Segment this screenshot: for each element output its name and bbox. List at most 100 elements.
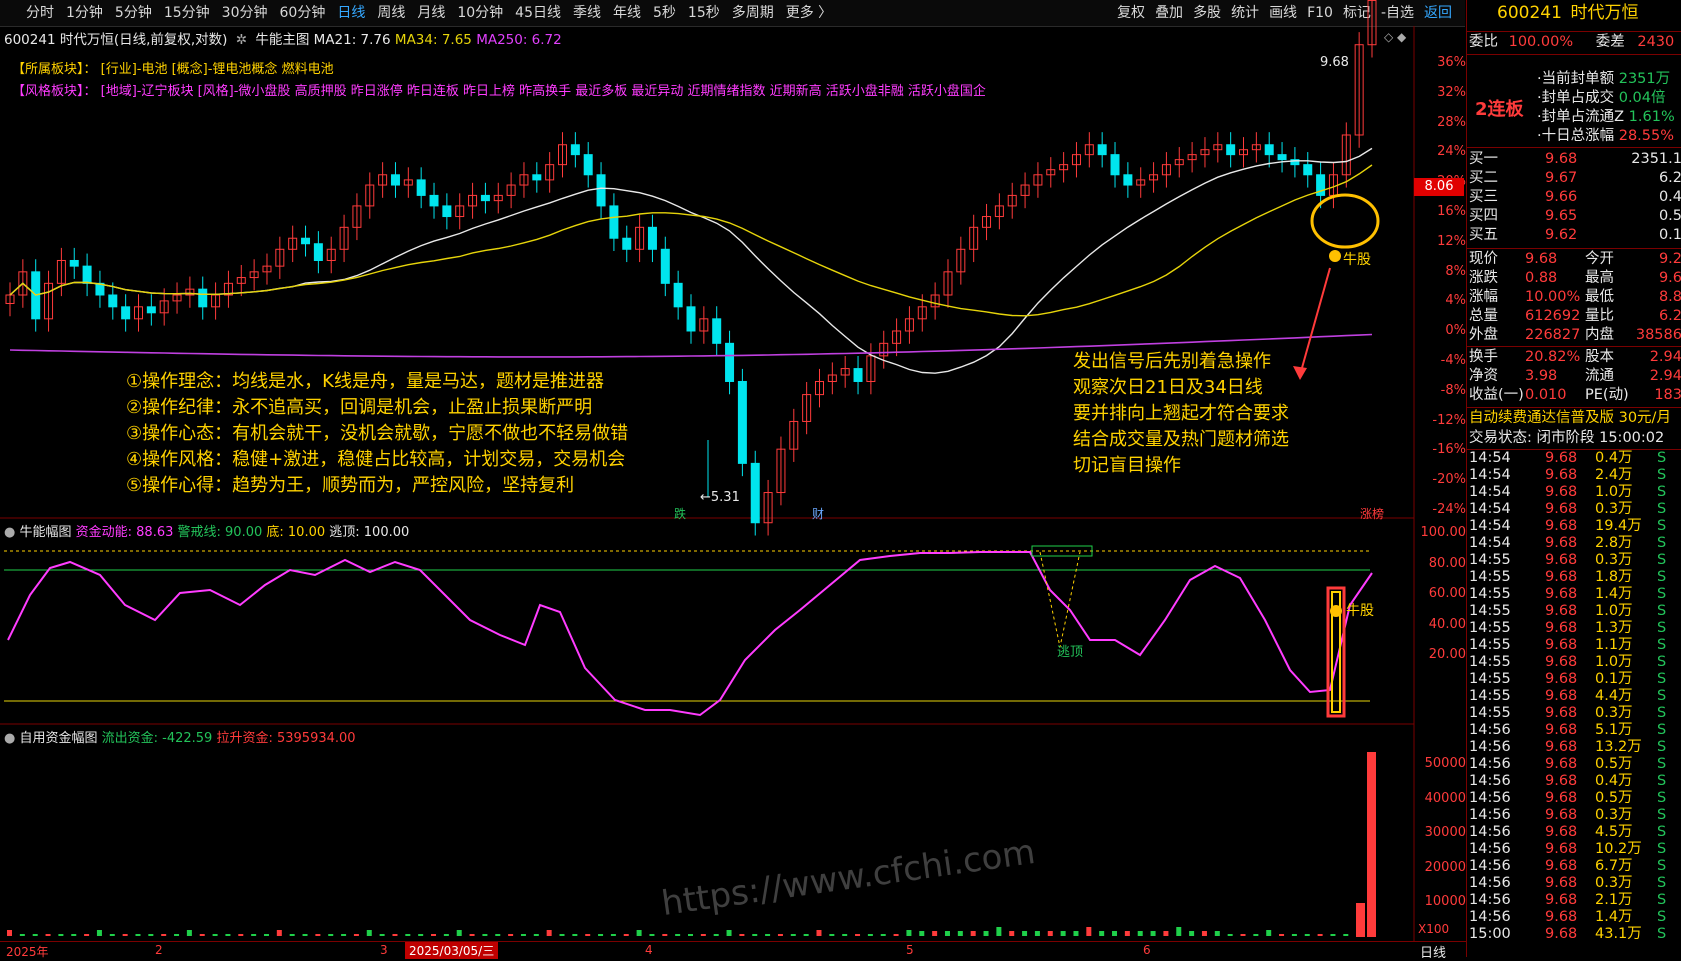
low-label: ←5.31 (700, 490, 740, 505)
tab-daily[interactable]: 日线 (1420, 942, 1446, 961)
book-vol: 6.2 (1658, 170, 1681, 186)
fund-bar (122, 934, 128, 936)
trade-state-text: 交易状态: 闭市阶段 15:00:02 (1469, 430, 1665, 446)
tick-time: 14:55 (1469, 671, 1511, 687)
fund-bar (161, 934, 167, 936)
fund-bar (752, 934, 758, 936)
osc-title[interactable]: 牛能幅图 (19, 525, 71, 540)
tick-row: 14:54 9.68 1.0万 S (1467, 484, 1681, 501)
tick-vol: 1.4万 (1595, 586, 1633, 602)
stat-value: 183 (1654, 387, 1681, 403)
marker-cai: 财 (812, 507, 825, 521)
tick-side: S (1657, 739, 1667, 755)
fund-bar (1367, 752, 1376, 937)
tick-side: S (1657, 569, 1667, 585)
candle (429, 194, 439, 207)
tick-side: S (1657, 484, 1667, 500)
axis-tick-label: -20% (1432, 472, 1466, 488)
tick-time: 14:56 (1469, 790, 1511, 806)
fund-bar (1240, 934, 1246, 936)
book-vol: 0.4 (1658, 189, 1681, 205)
stat-label: 流通 (1585, 368, 1614, 384)
candle (532, 174, 542, 181)
fund-bar (96, 930, 102, 936)
tick-time: 14:54 (1469, 467, 1511, 483)
fund-bar (238, 934, 244, 936)
fund-bar (1253, 934, 1259, 936)
fund-bar (842, 934, 848, 936)
date-label: 2 (155, 943, 163, 957)
tick-price: 9.68 (1545, 450, 1578, 466)
axis-tick-label: 60.00 (1428, 586, 1466, 601)
axis-tick-label: 80.00 (1428, 555, 1466, 571)
osc-item-1: 资金动能: 88.63 (75, 525, 174, 540)
weibi-label: 委比 (1469, 34, 1498, 50)
tick-vol: 1.3万 (1595, 620, 1633, 636)
fund-bar (1137, 931, 1143, 936)
fund-bar (957, 931, 963, 936)
collapse-icon[interactable]: ● (4, 731, 15, 746)
book-row[interactable]: 买二 9.67 6.2 (1467, 169, 1681, 188)
candle (583, 154, 593, 176)
stat-value: 3.98 (1525, 368, 1558, 384)
fund-bar (366, 930, 372, 936)
fund-outflow: 流出资金: -422.59 (101, 731, 213, 746)
stat-value: 226827 (1525, 327, 1581, 343)
tick-time: 14:54 (1469, 450, 1511, 466)
stat-label: 量比 (1585, 308, 1614, 324)
axis-tick-label: 100.00 (1420, 525, 1467, 540)
tick-time: 14:55 (1469, 654, 1511, 670)
promo-link[interactable]: 自动续费通达信普及版 30元/月 (1467, 409, 1681, 428)
candle (737, 380, 747, 464)
book-row[interactable]: 买四 9.65 0.5 (1467, 207, 1681, 226)
seal-row: ·十日总涨幅 28.55% (1537, 127, 1681, 146)
fund-bar (443, 934, 449, 936)
tick-vol: 1.1万 (1595, 637, 1633, 653)
collapse-icon[interactable]: ● (4, 525, 15, 540)
seal-label: ·当前封单额 (1537, 71, 1619, 87)
promo-text[interactable]: 自动续费通达信普及版 30元/月 (1469, 410, 1671, 426)
fund-bar (32, 934, 38, 936)
tick-side: S (1657, 705, 1667, 721)
stat-label: 总量 (1469, 308, 1498, 324)
book-vol: 0.5 (1658, 208, 1681, 224)
fund-bar (970, 931, 976, 936)
book-row[interactable]: 买三 9.66 0.4 (1467, 188, 1681, 207)
tick-price: 9.68 (1545, 739, 1578, 755)
book-row[interactable]: 买一 9.68 2351.1 (1467, 150, 1681, 169)
candle (1226, 144, 1236, 156)
tick-time: 14:55 (1469, 688, 1511, 704)
tick-row: 14:55 9.68 1.4万 S (1467, 586, 1681, 603)
tick-row: 14:56 9.68 4.5万 S (1467, 824, 1681, 841)
tick-price: 9.68 (1545, 909, 1578, 925)
escape-label: 逃顶 (1057, 645, 1084, 660)
quote-name: 时代万恒 (1570, 3, 1639, 23)
quote-code: 600241 (1497, 3, 1562, 23)
seal-value: 28.55% (1618, 128, 1675, 144)
tick-vol: 2.4万 (1595, 467, 1633, 483)
fund-bar (829, 934, 835, 936)
tick-row: 14:54 9.68 2.8万 S (1467, 535, 1681, 552)
tick-side: S (1657, 892, 1667, 908)
seal-label: ·封单占流通Z (1537, 109, 1629, 125)
tick-price: 9.68 (1545, 535, 1578, 551)
candle (198, 288, 208, 308)
stat-label: 最高 (1585, 270, 1614, 286)
seal-row: ·封单占成交 0.04倍 (1537, 89, 1681, 108)
tick-side: S (1657, 909, 1667, 925)
axis-tick-label: 0% (1445, 323, 1466, 339)
tick-time: 14:56 (1469, 858, 1511, 874)
osc-item-3: 底: 10.00 (266, 525, 326, 540)
fund-bar (212, 934, 218, 936)
book-row[interactable]: 买五 9.62 0.1 (1467, 226, 1681, 245)
fund-title[interactable]: 自用资金幅图 (19, 731, 97, 746)
tick-vol: 4.5万 (1595, 824, 1633, 840)
fund-bar (174, 934, 180, 936)
axis-tick-label: -4% (1440, 353, 1466, 368)
seal-value: 2351万 (1618, 71, 1671, 87)
stat-value: 0.88 (1525, 270, 1558, 286)
tick-row: 14:55 9.68 1.1万 S (1467, 637, 1681, 654)
tick-side: S (1657, 586, 1667, 602)
seal-row: ·当前封单额 2351万 (1537, 70, 1681, 89)
tick-row: 14:55 9.68 1.3万 S (1467, 620, 1681, 637)
